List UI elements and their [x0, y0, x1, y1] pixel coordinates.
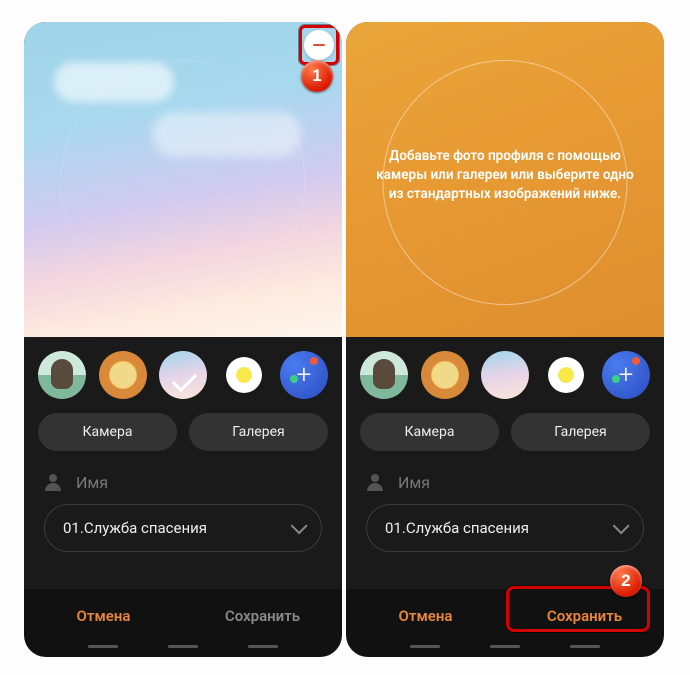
person-icon — [44, 474, 62, 492]
avatar-option-lion[interactable] — [421, 351, 469, 399]
cancel-button[interactable]: Отмена — [346, 589, 505, 643]
annotation-marker-2: 2 — [610, 565, 642, 597]
dropdown-value: 01.Служба спасения — [63, 519, 207, 537]
avatar-preview-empty: Добавьте фото профиля с помощью камеры и… — [346, 22, 664, 337]
gallery-button[interactable]: Галерея — [189, 413, 328, 451]
avatar-option-sky[interactable] — [481, 351, 529, 399]
form-body: Камера Галерея Имя 01.Служба спасения — [346, 337, 664, 589]
dropdown-value: 01.Служба спасения — [385, 519, 529, 537]
cancel-button[interactable]: Отмена — [24, 589, 183, 643]
avatar-option-lion[interactable] — [99, 351, 147, 399]
name-field-label: Имя — [76, 473, 108, 492]
footer-actions: Отмена Сохранить — [24, 589, 342, 643]
name-dropdown[interactable]: 01.Служба спасения — [366, 504, 644, 552]
annotation-highlight-1 — [299, 25, 339, 65]
android-navbar — [24, 643, 342, 657]
avatar-picker-row — [38, 349, 328, 413]
avatar-picker-row — [360, 349, 650, 413]
phone-right: Добавьте фото профиля с помощью камеры и… — [346, 22, 664, 657]
avatar-preview: 1 — [24, 22, 342, 337]
avatar-option-alpaca[interactable] — [360, 351, 408, 399]
avatar-option-flower[interactable] — [542, 351, 590, 399]
android-navbar — [346, 643, 664, 657]
avatar-option-flower[interactable] — [220, 351, 268, 399]
chevron-down-icon — [291, 517, 308, 534]
avatar-option-more[interactable] — [602, 351, 650, 399]
avatar-option-sky-selected[interactable] — [159, 351, 207, 399]
form-body: Камера Галерея Имя 01.Служба спасения — [24, 337, 342, 589]
avatar-option-more[interactable] — [280, 351, 328, 399]
name-dropdown[interactable]: 01.Служба спасения — [44, 504, 322, 552]
avatar-option-alpaca[interactable] — [38, 351, 86, 399]
annotation-marker-1: 1 — [301, 60, 333, 92]
gallery-button[interactable]: Галерея — [511, 413, 650, 451]
camera-button[interactable]: Камера — [38, 413, 177, 451]
save-button[interactable]: Сохранить — [183, 589, 342, 643]
phone-left: 1 Камера Галерея Имя 01.Служба спасения … — [24, 22, 342, 657]
preview-placeholder-text: Добавьте фото профиля с помощью камеры и… — [346, 147, 664, 204]
person-icon — [366, 474, 384, 492]
chevron-down-icon — [613, 517, 630, 534]
name-field-label: Имя — [398, 473, 430, 492]
crop-circle — [61, 60, 306, 305]
camera-button[interactable]: Камера — [360, 413, 499, 451]
